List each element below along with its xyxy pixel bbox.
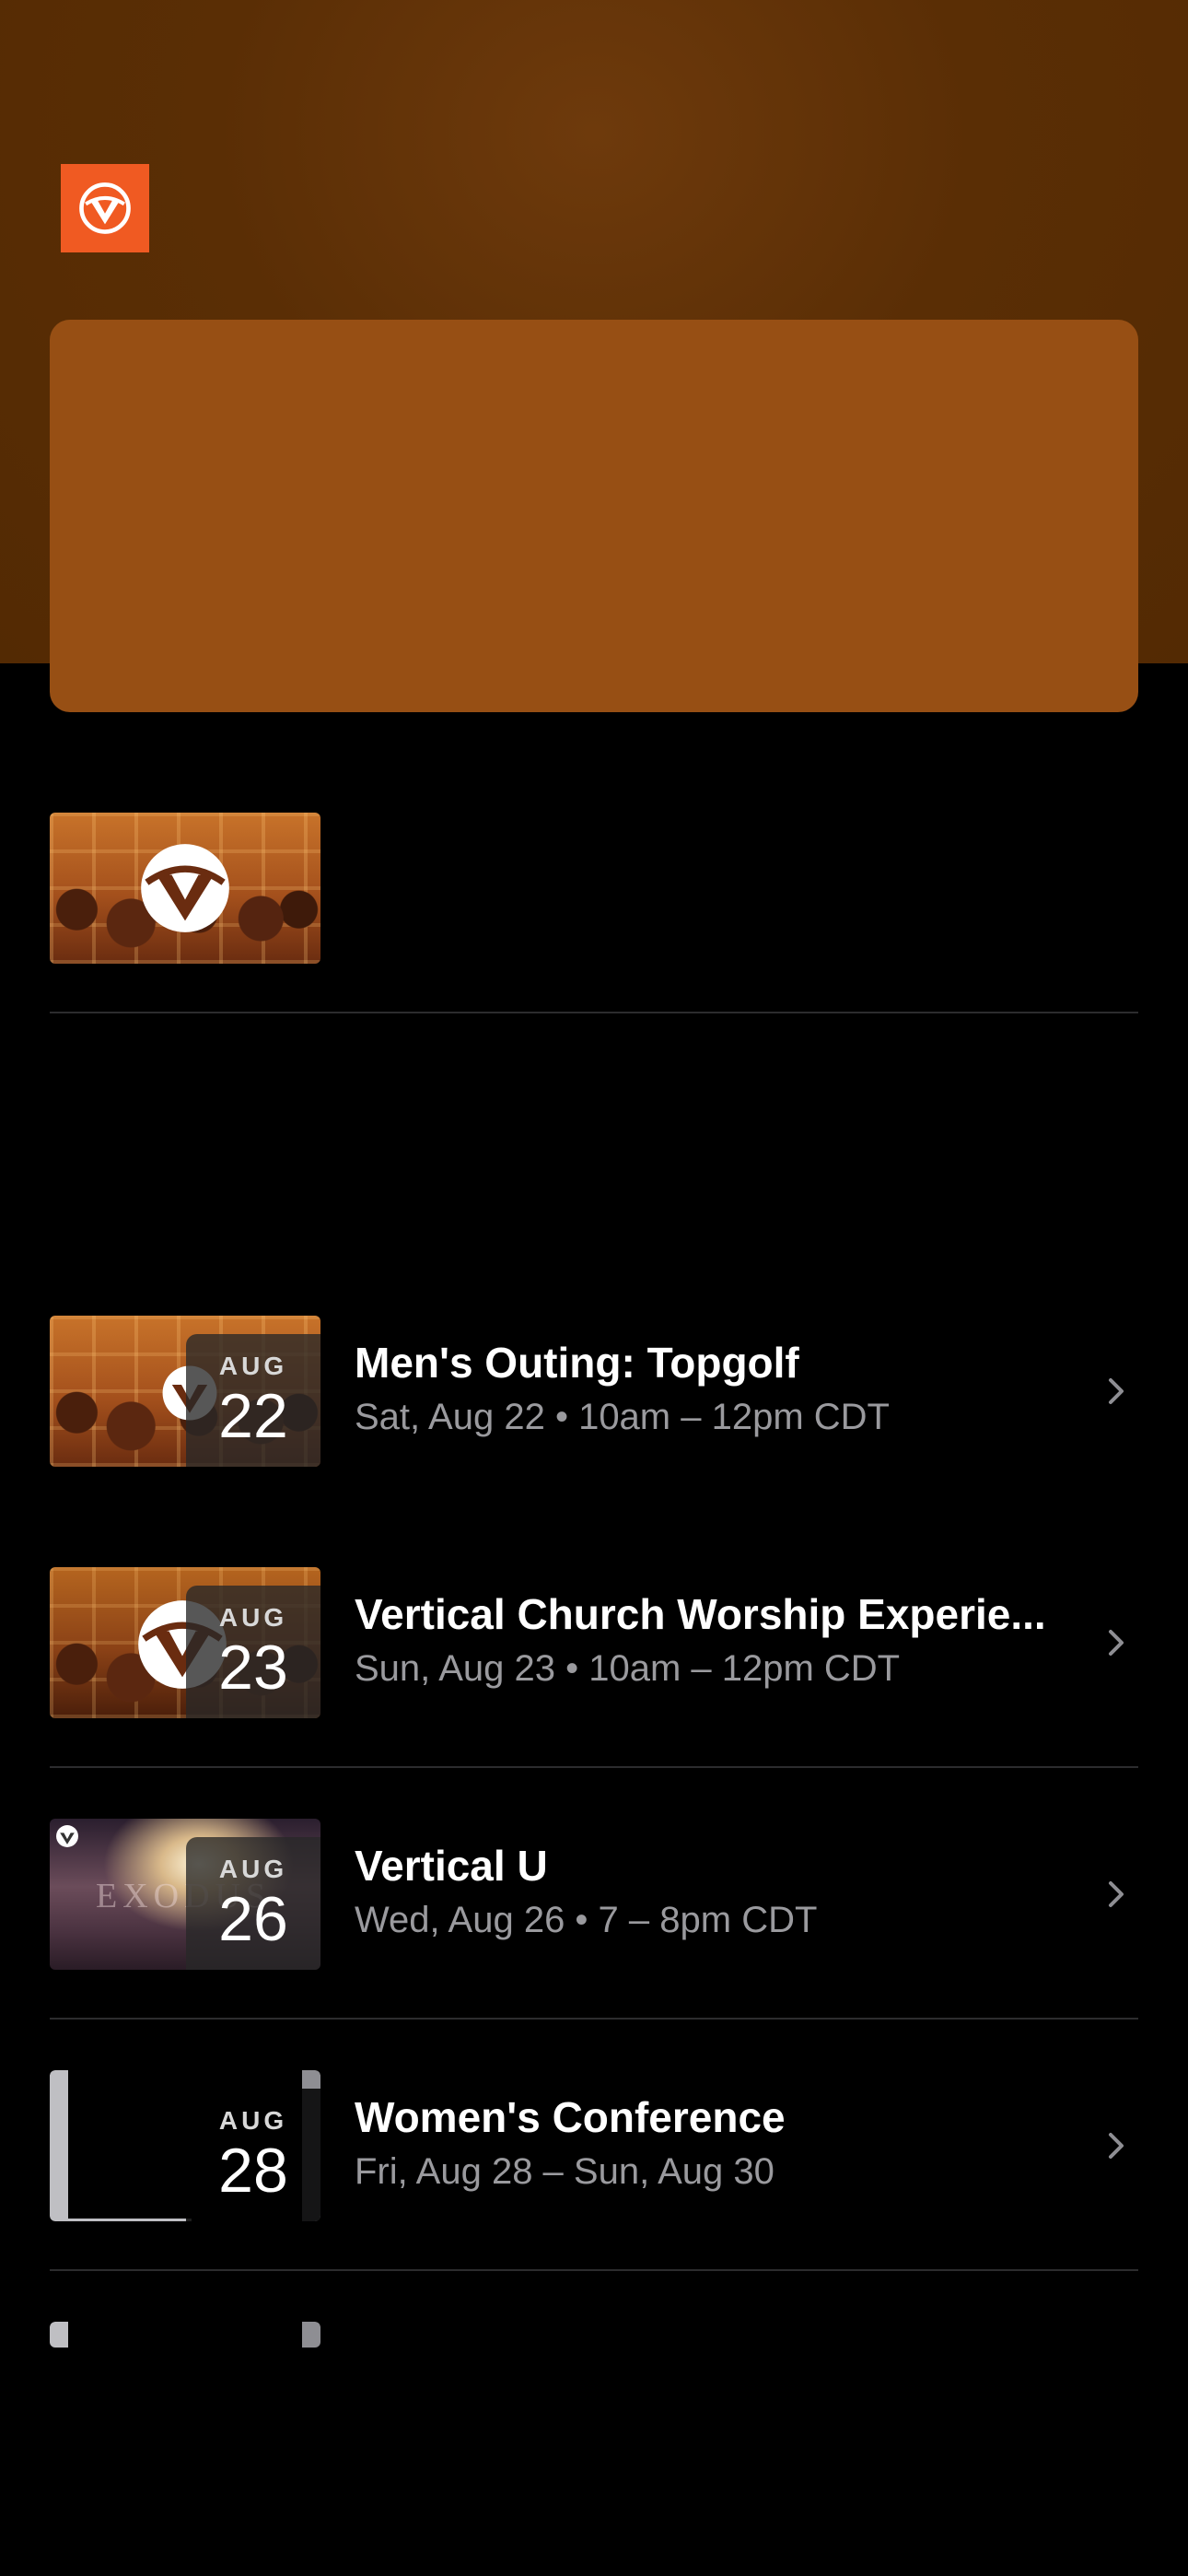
chevron-right-icon[interactable] [1105,1624,1127,1661]
thumbnail-photo [50,2322,320,2348]
divider [50,2269,1138,2271]
event-title: Men's Outing: Topgolf [355,1339,799,1387]
chevron-right-icon[interactable] [1105,1373,1127,1410]
event-thumbnail[interactable]: AUG 23 [50,1567,320,1718]
card-edge [50,2070,68,2221]
event-subtitle: Fri, Aug 28 – Sun, Aug 30 [355,2151,775,2192]
vertical-church-logo-icon [141,844,229,932]
event-subtitle: Wed, Aug 26 • 7 – 8pm CDT [355,1900,818,1940]
date-badge: AUG 22 [186,1334,320,1467]
date-day: 22 [218,1381,288,1451]
event-item[interactable]: Men's Outing: Topgolf Sat, Aug 22 • 10am… [355,1338,1091,1438]
date-badge: AUG 28 [186,2089,320,2221]
event-item[interactable]: Women's Conference Fri, Aug 28 – Sun, Au… [355,2092,1091,2193]
event-subtitle: Sat, Aug 22 • 10am – 12pm CDT [355,1397,890,1437]
event-thumbnail[interactable]: AUG 22 [50,1316,320,1467]
event-thumbnail[interactable]: EXODUS AUG 26 [50,1819,320,1970]
featured-event-thumbnail[interactable] [50,813,320,964]
church-logo-icon[interactable] [61,164,149,252]
event-subtitle: Sun, Aug 23 • 10am – 12pm CDT [355,1648,901,1689]
chevron-right-icon[interactable] [1105,2127,1127,2164]
event-title: Vertical Church Worship Experie... [355,1590,1046,1638]
event-item[interactable]: Vertical U Wed, Aug 26 • 7 – 8pm CDT [355,1841,1091,1941]
card-edge [302,2322,320,2348]
date-month: AUG [218,1352,288,1380]
vertical-church-logo-icon [56,1825,78,1847]
chevron-right-icon[interactable] [1105,1876,1127,1913]
event-title: Women's Conference [355,2093,786,2141]
divider [50,2018,1138,2020]
divider [50,1012,1138,1013]
date-day: 23 [218,1633,288,1703]
event-thumbnail[interactable] [50,2322,320,2348]
event-title: Vertical U [355,1842,548,1890]
date-badge: AUG 23 [186,1586,320,1718]
date-badge: AUG 26 [186,1837,320,1970]
featured-card[interactable] [50,320,1138,712]
date-month: AUG [218,1855,288,1883]
date-day: 28 [218,2136,288,2206]
date-month: AUG [218,2106,288,2135]
divider [50,1766,1138,1768]
card-edge [50,2322,68,2348]
card-edge [68,2219,192,2221]
date-month: AUG [218,1603,288,1632]
event-item[interactable]: Vertical Church Worship Experie... Sun, … [355,1589,1091,1690]
event-thumbnail[interactable]: AUG 28 [50,2070,320,2221]
date-day: 26 [218,1884,288,1954]
